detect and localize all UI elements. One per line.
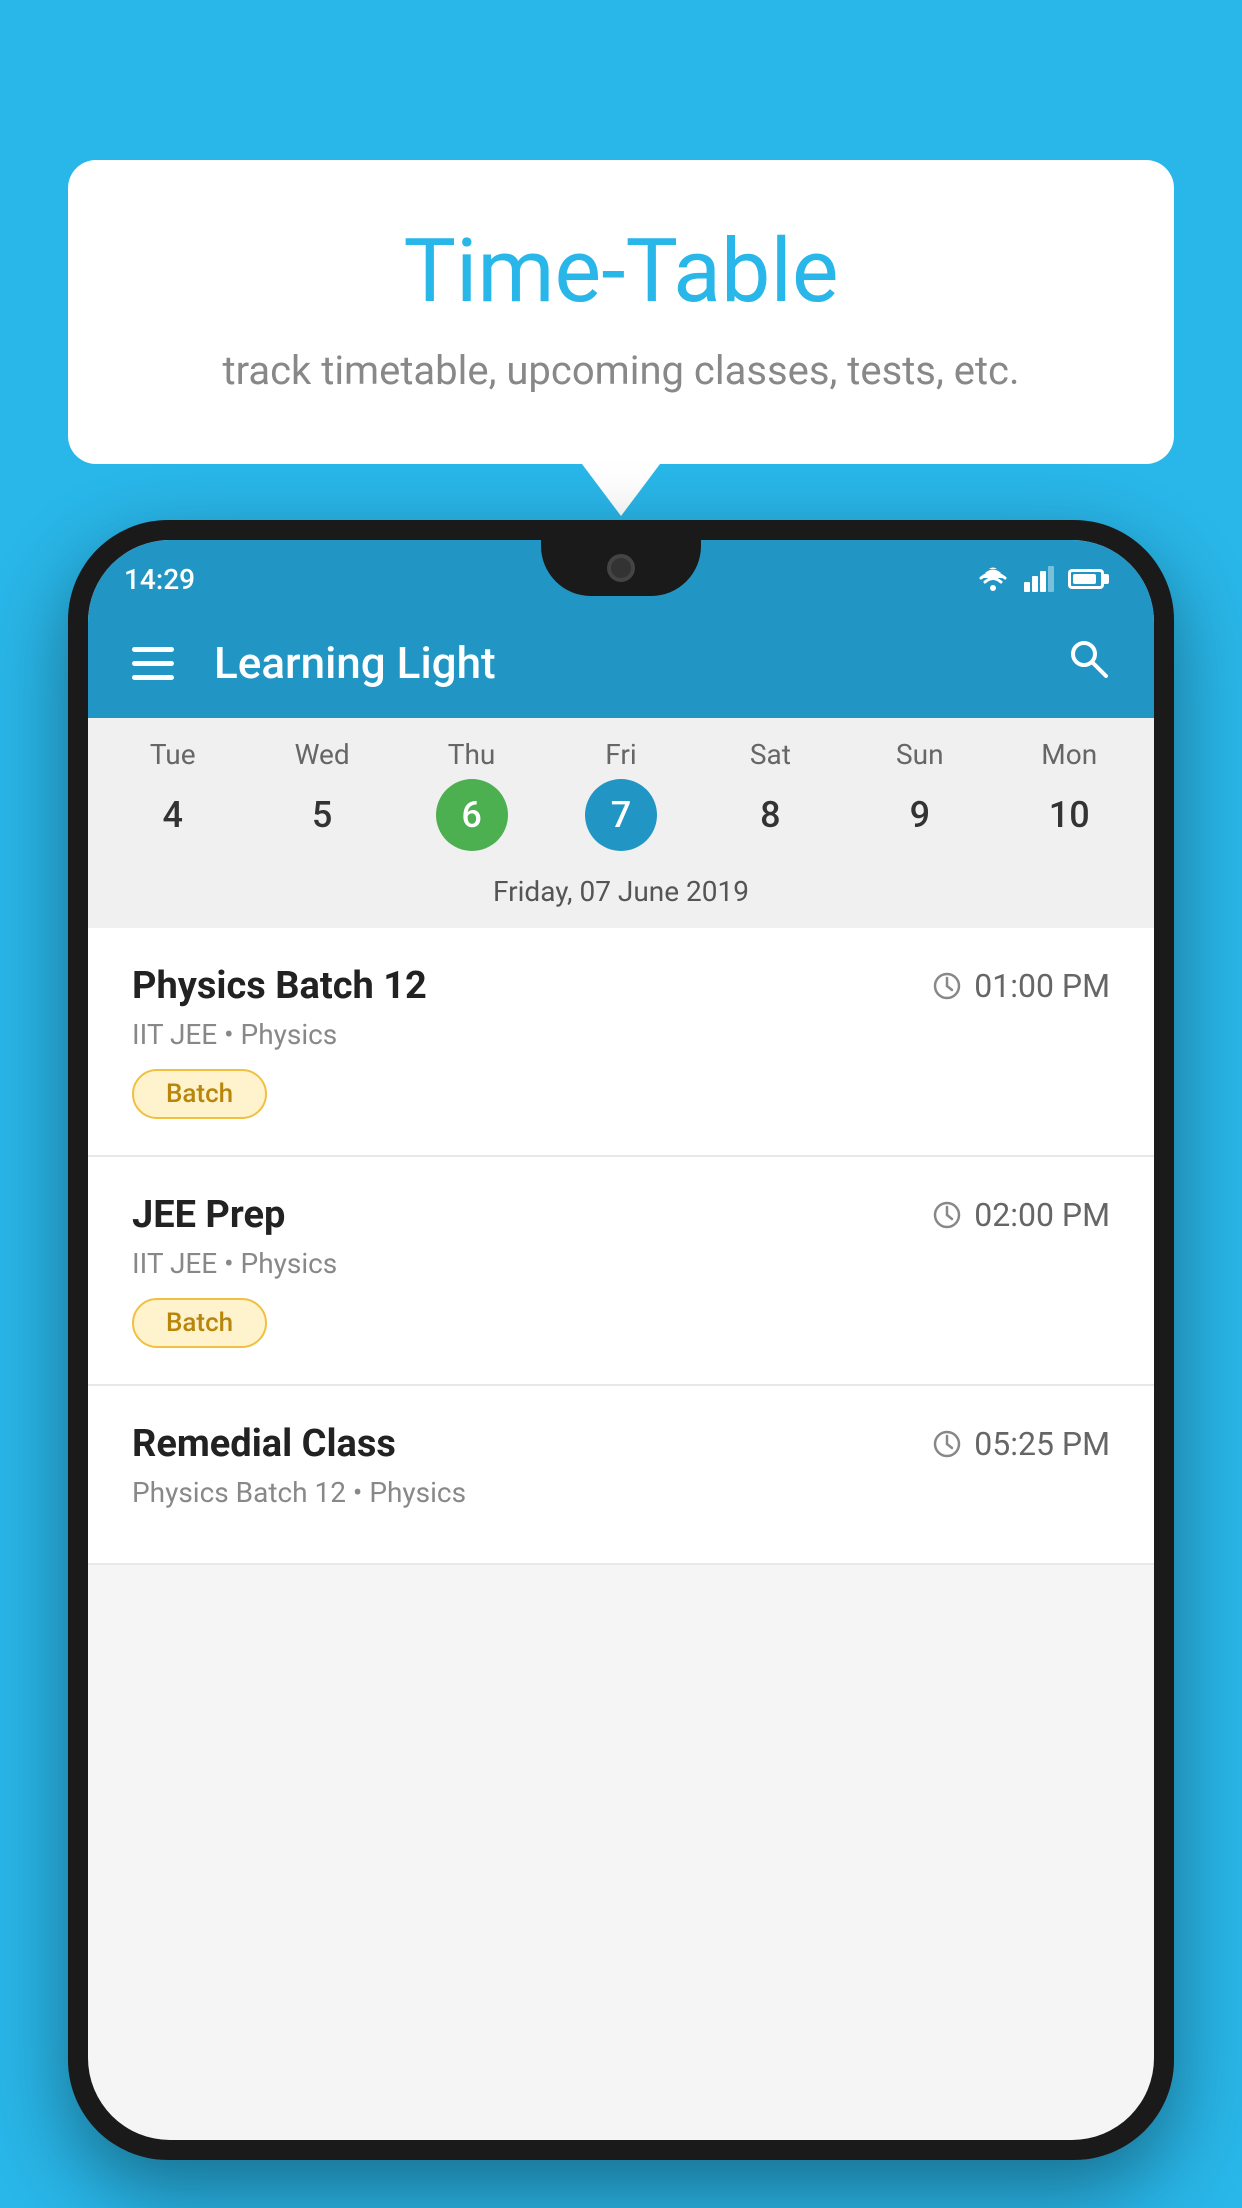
day-col-sun[interactable]: Sun 9 [845,738,994,851]
schedule-item[interactable]: Physics Batch 12 01:00 PM IIT JEE • Phys… [88,928,1154,1157]
schedule-header: Remedial Class 05:25 PM [132,1422,1110,1466]
day-name: Wed [295,738,350,771]
schedule-meta: IIT JEE • Physics [132,1018,1110,1051]
time-text: 01:00 PM [974,967,1110,1005]
day-name: Fri [605,738,636,771]
schedule-meta: IIT JEE • Physics [132,1247,1110,1280]
schedule-name: Remedial Class [132,1422,396,1466]
schedule-header: Physics Batch 12 01:00 PM [132,964,1110,1008]
schedule-meta: Physics Batch 12 • Physics [132,1476,1110,1509]
day-number: 4 [137,779,209,851]
time-text: 02:00 PM [974,1196,1110,1234]
battery-icon [1068,569,1104,589]
day-number: 10 [1033,779,1105,851]
day-name: Sat [750,738,791,771]
phone-mockup: 14:29 [68,520,1174,2160]
schedule-list: Physics Batch 12 01:00 PM IIT JEE • Phys… [88,928,1154,1565]
clock-icon [932,1429,962,1459]
day-col-fri[interactable]: Fri 7 [546,738,695,851]
schedule-name: Physics Batch 12 [132,964,427,1008]
schedule-time: 02:00 PM [932,1196,1110,1234]
time-text: 05:25 PM [974,1425,1110,1463]
app-title: Learning Light [214,637,1026,689]
day-number: 5 [286,779,358,851]
day-col-sat[interactable]: Sat 8 [696,738,845,851]
selected-date-label: Friday, 07 June 2019 [88,861,1154,928]
bubble-title: Time-Table [148,220,1094,323]
search-icon[interactable] [1066,636,1110,691]
day-name: Mon [1041,738,1097,771]
front-camera [607,554,635,582]
bubble-subtitle: track timetable, upcoming classes, tests… [148,347,1094,394]
clock-icon [932,1200,962,1230]
day-name: Tue [150,738,196,771]
day-name: Thu [448,738,496,771]
batch-badge: Batch [132,1298,267,1348]
schedule-time: 05:25 PM [932,1425,1110,1463]
phone-outer: 14:29 [68,520,1174,2160]
batch-badge: Batch [132,1069,267,1119]
hamburger-menu-icon[interactable] [132,647,174,680]
week-days: Tue 4 Wed 5 Thu 6 Fri 7 Sat 8 Sun 9 Mon 10 [88,718,1154,861]
day-number: 8 [734,779,806,851]
speech-bubble: Time-Table track timetable, upcoming cla… [68,160,1174,464]
schedule-time: 01:00 PM [932,967,1110,1005]
app-bar: Learning Light [88,608,1154,718]
schedule-name: JEE Prep [132,1193,285,1237]
phone-inner: 14:29 [88,540,1154,2140]
day-name: Sun [896,738,944,771]
schedule-header: JEE Prep 02:00 PM [132,1193,1110,1237]
signal-icon [1024,566,1054,592]
speech-bubble-container: Time-Table track timetable, upcoming cla… [68,160,1174,464]
status-time: 14:29 [124,563,195,596]
schedule-item[interactable]: Remedial Class 05:25 PM Physics Batch 12… [88,1386,1154,1565]
day-number: 9 [884,779,956,851]
status-icons [976,566,1104,592]
schedule-item[interactable]: JEE Prep 02:00 PM IIT JEE • Physics Batc… [88,1157,1154,1386]
day-col-mon[interactable]: Mon 10 [995,738,1144,851]
day-col-wed[interactable]: Wed 5 [247,738,396,851]
day-number: 6 [436,779,508,851]
wifi-icon [976,566,1010,592]
clock-icon [932,971,962,1001]
calendar-section: Tue 4 Wed 5 Thu 6 Fri 7 Sat 8 Sun 9 Mon 10 Friday, 07… [88,718,1154,928]
day-number: 7 [585,779,657,851]
phone-notch [541,540,701,596]
day-col-thu[interactable]: Thu 6 [397,738,546,851]
day-col-tue[interactable]: Tue 4 [98,738,247,851]
